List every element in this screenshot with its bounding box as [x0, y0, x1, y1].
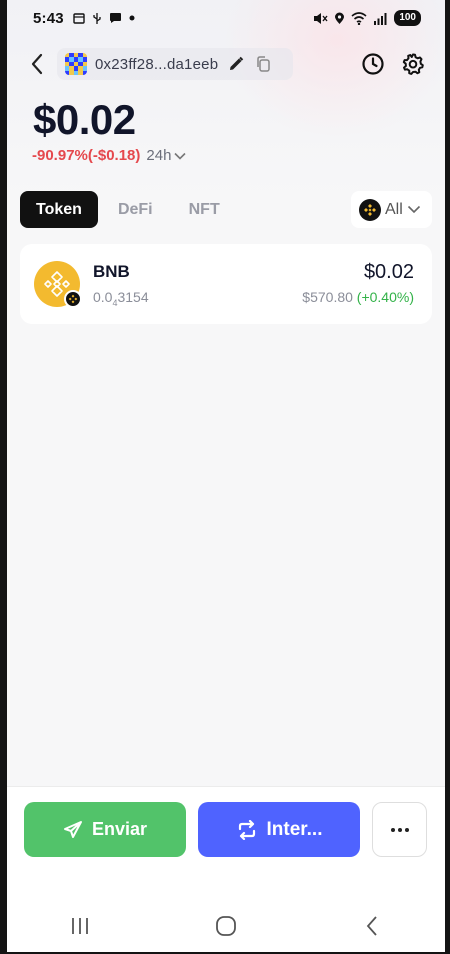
bnb-chain-icon [359, 198, 381, 221]
system-nav-bar [7, 906, 445, 946]
back-icon [366, 916, 377, 936]
balance-change-row: -90.97%(-$0.18) 24h [32, 147, 187, 164]
period-label: 24h [146, 147, 172, 164]
wallet-screen: 5:43 100 0x23ff28...da1eeb $0.02 -90.97%… [7, 0, 445, 952]
copy-icon[interactable] [254, 55, 272, 73]
token-value: $0.02 [363, 261, 414, 283]
swap-icon [238, 819, 255, 840]
back-button[interactable] [25, 52, 49, 76]
notification-icons [73, 12, 135, 25]
wifi-icon [351, 11, 367, 25]
gear-icon[interactable] [401, 52, 425, 76]
tab-token[interactable]: Token [20, 191, 98, 228]
chain-filter[interactable]: All [351, 191, 432, 228]
token-amount: 0.043154 [93, 289, 149, 308]
more-dot [390, 827, 395, 832]
more-dot [404, 827, 409, 832]
status-bar: 5:43 100 [7, 0, 445, 36]
location-icon [335, 12, 345, 24]
calendar-icon [73, 13, 85, 24]
dot-icon [129, 15, 135, 21]
wallet-address: 0x23ff28...da1eeb [95, 55, 219, 73]
wallet-topbar: 0x23ff28...da1eeb [7, 44, 445, 84]
swap-label: Inter... [266, 818, 323, 840]
system-back-button[interactable] [342, 908, 402, 944]
chevron-left-icon [31, 53, 43, 75]
wallet-avatar-icon [65, 53, 87, 75]
more-dot [397, 827, 402, 832]
chat-icon [109, 13, 121, 23]
bnb-chain-badge-icon [64, 290, 82, 308]
battery-indicator: 100 [394, 10, 421, 26]
token-price-change: (+0.40%) [356, 289, 414, 305]
recent-apps-icon [72, 918, 88, 934]
home-button[interactable] [196, 908, 256, 944]
balance-change: -90.97%(-$0.18) [32, 147, 141, 164]
chain-filter-label: All [385, 200, 403, 218]
tab-nft[interactable]: NFT [173, 191, 236, 228]
status-time: 5:43 [33, 9, 64, 27]
token-row-bnb[interactable]: BNB 0.043154 $0.02 $570.80 (+0.40%) [20, 244, 432, 324]
wallet-address-pill[interactable]: 0x23ff28...da1eeb [57, 48, 293, 80]
period-selector[interactable]: 24h [146, 147, 187, 164]
system-icons: 100 [313, 10, 421, 26]
swap-button[interactable]: Inter... [198, 802, 360, 857]
more-button[interactable] [372, 802, 427, 857]
chevron-down-icon [407, 205, 420, 214]
mute-icon [314, 12, 328, 24]
usb-icon [93, 12, 101, 24]
token-price: $570.80 (+0.40%) [302, 289, 414, 305]
send-icon [63, 820, 82, 838]
history-icon[interactable] [361, 52, 385, 76]
send-button[interactable]: Enviar [24, 802, 186, 857]
home-icon [216, 916, 236, 936]
tab-defi[interactable]: DeFi [102, 191, 169, 228]
chevron-down-icon [174, 152, 187, 160]
total-balance: $0.02 [33, 96, 136, 143]
edit-icon[interactable] [227, 55, 245, 73]
recent-apps-button[interactable] [50, 908, 110, 944]
token-symbol: BNB [93, 262, 130, 281]
send-label: Enviar [91, 819, 148, 839]
signal-icon [374, 12, 387, 25]
asset-tabs: Token DeFi NFT [20, 191, 236, 228]
